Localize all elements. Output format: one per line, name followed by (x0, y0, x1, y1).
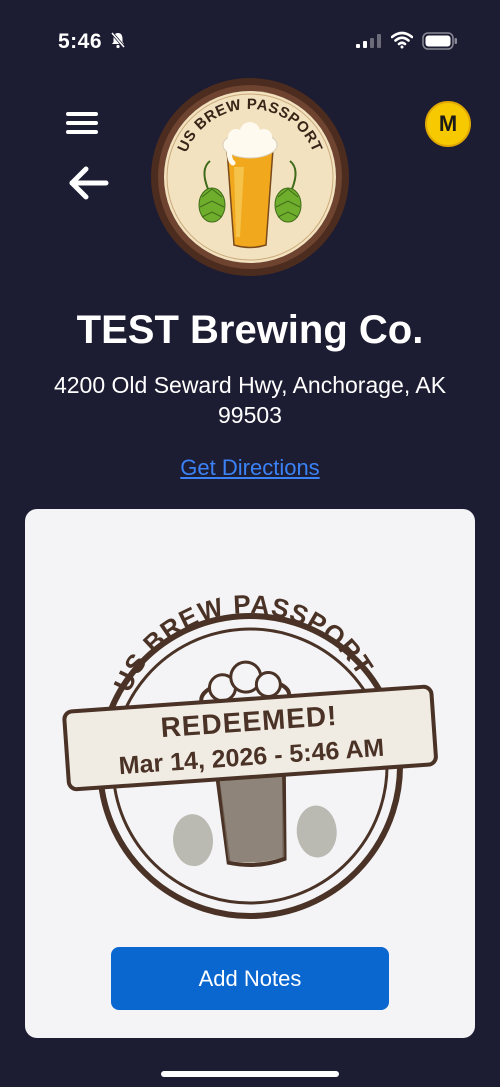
status-bar: 5:46 (0, 0, 500, 80)
back-button[interactable] (66, 165, 112, 201)
brewery-address: 4200 Old Seward Hwy, Anchorage, AK 99503 (53, 372, 447, 428)
get-directions-link[interactable]: Get Directions (0, 455, 500, 481)
avatar[interactable]: M (425, 101, 471, 147)
back-arrow-icon (69, 166, 109, 200)
bell-slash-icon (110, 32, 126, 49)
battery-icon (422, 32, 457, 50)
wifi-icon (391, 31, 413, 49)
avatar-initial: M (438, 111, 458, 136)
us-brew-passport-logo: US BREW PASSPORT (151, 78, 349, 276)
status-time: 5:46 (58, 30, 103, 53)
redeemed-stamp: US BREW PASSPORT REDEEMED! Mar 14, 2026 … (62, 591, 438, 919)
home-indicator (161, 1071, 339, 1077)
passport-stamp-card: US BREW PASSPORT REDEEMED! Mar 14, 2026 … (25, 509, 475, 1038)
hamburger-menu-icon (66, 112, 98, 134)
menu-button[interactable] (62, 106, 104, 140)
signal-icon (356, 34, 381, 48)
brewery-name: TEST Brewing Co. (76, 308, 424, 352)
add-notes-button[interactable]: Add Notes (111, 947, 389, 1010)
